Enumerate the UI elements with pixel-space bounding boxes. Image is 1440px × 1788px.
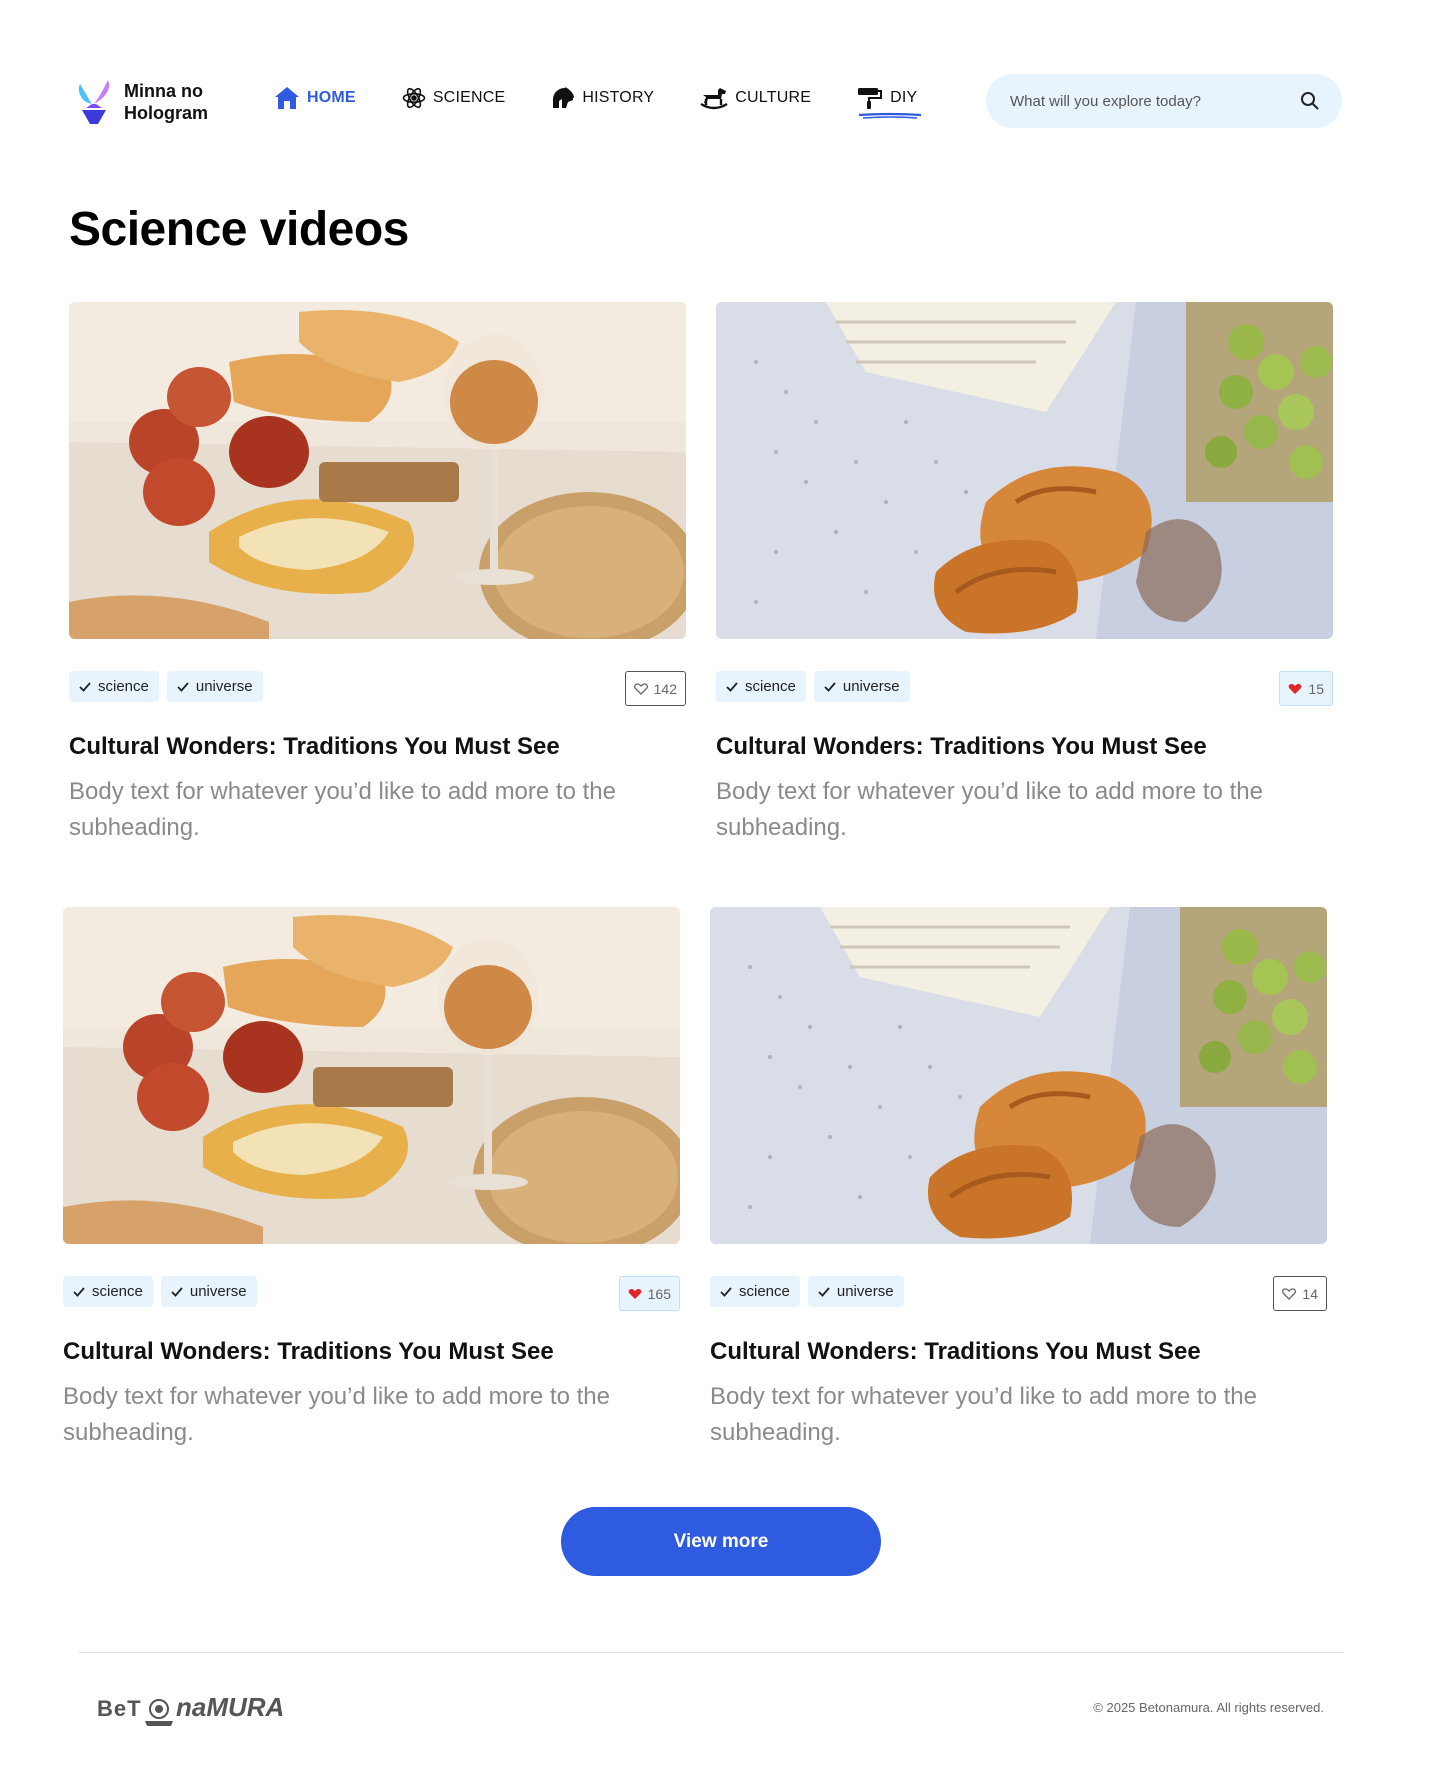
nav-home[interactable]: HOME <box>274 86 356 110</box>
tag-label: science <box>739 1283 790 1300</box>
tag-label: universe <box>189 1283 247 1300</box>
tags-row: science universe 14 <box>710 1276 1327 1312</box>
heart-filled-icon <box>628 1288 641 1299</box>
brand-name-line1: Minna no <box>124 81 203 101</box>
nav-science[interactable]: SCIENCE <box>402 86 506 110</box>
photo-image <box>710 907 1327 1244</box>
betonamura-logo[interactable]: BeT naMURA <box>97 1690 297 1728</box>
nav-label: SCIENCE <box>432 89 506 106</box>
video-card[interactable]: science universe 14 Cultural Wonders: Tra… <box>710 907 1327 1446</box>
search-input[interactable] <box>1010 92 1280 110</box>
check-icon <box>824 681 836 692</box>
search-icon[interactable] <box>1300 91 1320 111</box>
copyright-text: © 2025 Betonamura. All rights reserved. <box>1093 1700 1324 1715</box>
tag-label: science <box>745 678 796 695</box>
svg-text:naMURA: naMURA <box>176 1692 284 1722</box>
check-icon <box>726 681 738 692</box>
main-nav: HOME SCIENCE HISTORY CULTURE DIY <box>274 86 963 119</box>
tag-label: universe <box>836 1283 894 1300</box>
heart-outline-icon <box>1282 1287 1297 1300</box>
brand-logo[interactable]: Minna no Hologram <box>74 74 208 130</box>
nav-history[interactable]: HISTORY <box>551 86 654 110</box>
like-count: 15 <box>1308 680 1324 697</box>
tag-universe[interactable]: universe <box>813 671 910 702</box>
tag-universe[interactable]: universe <box>807 1276 904 1307</box>
check-icon <box>720 1286 732 1297</box>
page-title: Science videos <box>69 203 409 256</box>
home-icon <box>275 87 299 109</box>
card-body: Body text for whatever you’d like to add… <box>69 778 616 841</box>
tag-label: universe <box>195 678 253 695</box>
site-header: Minna no Hologram HOME SCIENCE HISTORY C… <box>0 0 1440 200</box>
like-count: 14 <box>1302 1285 1318 1302</box>
check-icon <box>177 681 189 692</box>
tag-science[interactable]: science <box>710 1276 800 1307</box>
svg-text:BeT: BeT <box>97 1696 142 1721</box>
video-card[interactable]: science universe 165 Cultural Wonders: Tr… <box>63 907 680 1446</box>
brush-underline-icon <box>859 112 922 119</box>
heart-filled-icon <box>1289 683 1302 694</box>
nav-label: HOME <box>307 89 356 106</box>
nav-label: CULTURE <box>735 89 812 106</box>
like-button[interactable]: 14 <box>1273 1276 1327 1311</box>
video-card[interactable]: science universe 15 Cultural Wonders: Tra… <box>716 302 1333 841</box>
card-title[interactable]: Cultural Wonders: Traditions You Must Se… <box>716 733 1207 761</box>
tag-label: science <box>92 1283 143 1300</box>
like-count: 142 <box>653 680 677 697</box>
tag-universe[interactable]: universe <box>160 1276 257 1307</box>
footer-divider <box>79 1652 1344 1653</box>
tag-label: science <box>98 678 149 695</box>
like-button[interactable]: 15 <box>1279 671 1333 706</box>
video-thumbnail[interactable] <box>710 907 1327 1244</box>
video-thumbnail[interactable] <box>63 907 680 1244</box>
heart-outline-icon <box>633 682 648 695</box>
card-title[interactable]: Cultural Wonders: Traditions You Must Se… <box>710 1338 1201 1366</box>
tags-row: science universe 15 <box>716 671 1333 707</box>
paint-roller-icon <box>858 88 883 109</box>
card-body: Body text for whatever you’d like to add… <box>63 1383 610 1446</box>
nav-diy[interactable]: DIY <box>857 86 922 119</box>
tag-science[interactable]: science <box>69 671 159 702</box>
card-body: Body text for whatever you’d like to add… <box>710 1383 1257 1446</box>
rocking-horse-icon <box>700 88 728 110</box>
photo-image <box>716 302 1333 639</box>
search-bar[interactable] <box>986 74 1342 128</box>
nav-label: HISTORY <box>582 89 655 106</box>
tag-label: universe <box>842 678 900 695</box>
card-body: Body text for whatever you’d like to add… <box>716 778 1263 841</box>
like-button[interactable]: 142 <box>624 671 686 706</box>
check-icon <box>73 1286 85 1297</box>
view-more-button[interactable]: View more <box>561 1507 881 1576</box>
nav-culture[interactable]: CULTURE <box>700 86 811 110</box>
check-icon <box>79 681 91 692</box>
like-count: 165 <box>647 1285 671 1302</box>
check-icon <box>818 1286 830 1297</box>
photo-image <box>63 907 680 1244</box>
tag-science[interactable]: science <box>63 1276 153 1307</box>
brand-name-line2: Hologram <box>124 103 209 123</box>
video-thumbnail[interactable] <box>716 302 1333 639</box>
tag-universe[interactable]: universe <box>166 671 263 702</box>
photo-image <box>69 302 686 639</box>
video-card[interactable]: science universe 142 Cultural Wonders: Tr… <box>69 302 686 841</box>
atom-icon <box>402 87 426 109</box>
card-title[interactable]: Cultural Wonders: Traditions You Must Se… <box>69 733 560 761</box>
tags-row: science universe 142 <box>69 671 686 707</box>
tag-science[interactable]: science <box>716 671 806 702</box>
tags-row: science universe 165 <box>63 1276 680 1312</box>
card-title[interactable]: Cultural Wonders: Traditions You Must Se… <box>63 1338 554 1366</box>
video-thumbnail[interactable] <box>69 302 686 639</box>
nav-label: DIY <box>890 89 918 106</box>
logo-icon <box>78 80 110 124</box>
like-button[interactable]: 165 <box>618 1276 680 1311</box>
check-icon <box>171 1286 183 1297</box>
spartan-helmet-icon <box>553 87 575 108</box>
